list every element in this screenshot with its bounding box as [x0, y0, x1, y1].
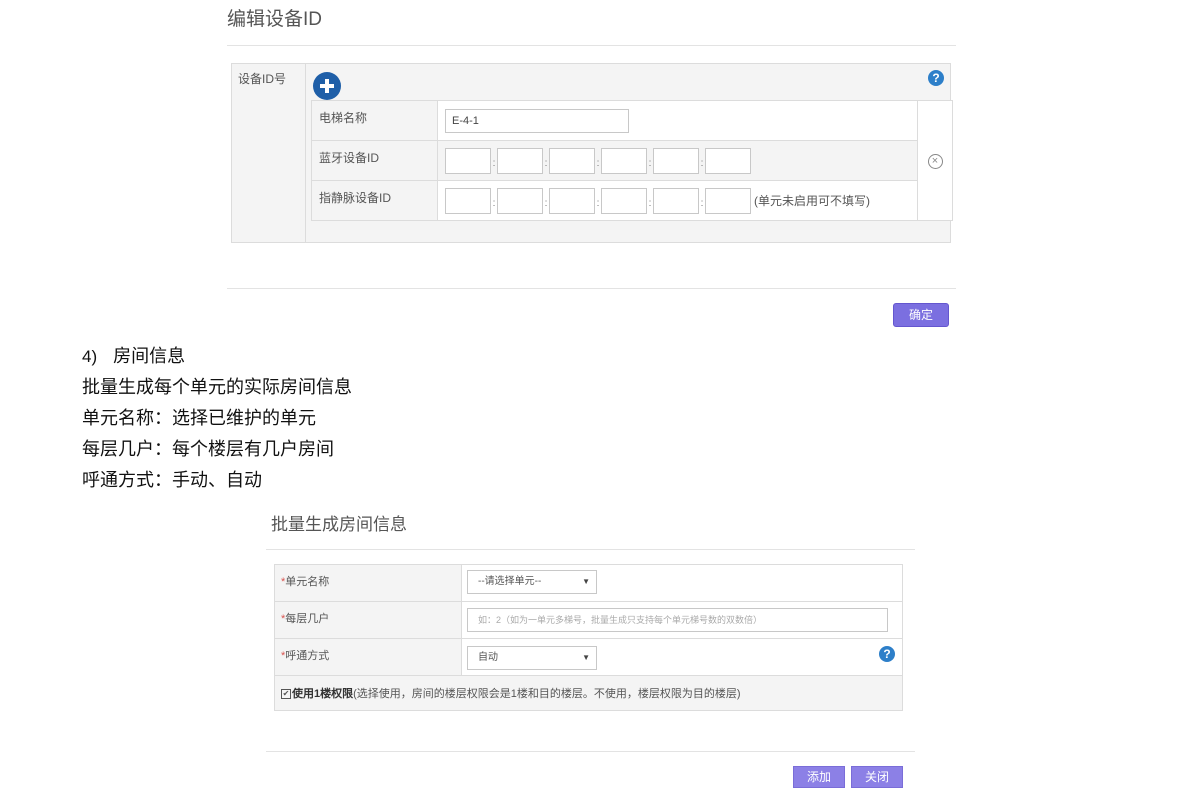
call-mode-select[interactable]: 自动 ▼ [467, 646, 597, 670]
add-button[interactable]: 添加 [793, 766, 845, 788]
vein-id-label: 指静脉设备ID [311, 180, 438, 221]
batch-room-dialog-title: 批量生成房间信息 [271, 515, 407, 534]
close-button[interactable]: 关闭 [851, 766, 903, 788]
vein-id-segment[interactable] [445, 187, 491, 214]
floor-permission-option[interactable]: ✔ 使用1楼权限(选择使用，房间的楼层权限会是1楼和目的楼层。不使用，楼层权限为目… [281, 685, 741, 701]
per-floor-input[interactable]: 如：2（如为一单元多梯号，批量生成只支持每个单元梯号数的双数倍） [467, 608, 888, 632]
vein-id-segment[interactable] [549, 187, 595, 214]
per-floor-label: *每层几户 [281, 613, 330, 625]
column-divider [461, 565, 462, 676]
vein-id-hint: (单元未启用可不填写) [754, 194, 870, 208]
elevator-name-input[interactable]: E-4-1 [445, 108, 629, 133]
separator: : [700, 198, 704, 209]
bluetooth-id-segment[interactable] [445, 147, 491, 174]
vein-id-segment[interactable] [601, 187, 647, 214]
separator: : [700, 158, 704, 169]
elevator-name-row: 电梯名称 E-4-1 × [311, 100, 953, 221]
confirm-button[interactable]: 确定 [893, 303, 949, 327]
unit-select[interactable]: --请选择单元-- ▼ [467, 570, 597, 594]
add-device-icon[interactable] [313, 72, 341, 100]
remove-row-icon[interactable]: × [927, 153, 943, 169]
title-divider [227, 45, 956, 46]
bluetooth-id-segment[interactable] [601, 147, 647, 174]
separator: : [544, 158, 548, 169]
separator: : [544, 198, 548, 209]
separator: : [596, 158, 600, 169]
vein-id-segment[interactable] [497, 187, 543, 214]
device-table: 电梯名称 E-4-1 × 蓝牙设备ID ::::: 指静脉设备ID :::::(… [311, 100, 953, 221]
separator: : [596, 198, 600, 209]
floor-permission-label: 使用1楼权限 [292, 688, 354, 700]
vein-id-row: 指静脉设备ID ::::: (单元未启用可不填写) [311, 180, 953, 221]
bluetooth-id-label: 蓝牙设备ID [311, 140, 438, 181]
elevator-name-label: 电梯名称 [311, 100, 438, 141]
device-id-label-column [231, 63, 306, 243]
help-icon[interactable]: ? [879, 646, 895, 662]
help-icon[interactable]: ? [928, 70, 944, 86]
footer-divider [266, 751, 915, 752]
footer-divider [227, 288, 956, 289]
separator: : [648, 158, 652, 169]
separator: : [648, 198, 652, 209]
unit-label: *单元名称 [281, 576, 330, 588]
chevron-down-icon: ▼ [582, 577, 590, 586]
device-id-field-label: 设备ID号 [238, 72, 287, 86]
bluetooth-id-segment[interactable] [705, 147, 751, 174]
bluetooth-id-segment[interactable] [497, 147, 543, 174]
doc-line: 每层几户：每个楼层有几户房间 [82, 439, 334, 460]
title-divider [266, 549, 915, 550]
bluetooth-id-segment[interactable] [549, 147, 595, 174]
bluetooth-id-segment[interactable] [653, 147, 699, 174]
vein-id-segment[interactable] [653, 187, 699, 214]
doc-line: 呼通方式：手动、自动 [82, 470, 262, 491]
vein-id-segment[interactable] [705, 187, 751, 214]
doc-line: 批量生成每个单元的实际房间信息 [82, 377, 352, 398]
separator: : [492, 198, 496, 209]
floor-permission-checkbox[interactable]: ✔ [281, 689, 291, 700]
call-mode-label: *呼通方式 [281, 650, 330, 662]
doc-line: 单元名称：选择已维护的单元 [82, 408, 316, 429]
section-title: 房间信息 [113, 346, 186, 367]
edit-device-dialog-title: 编辑设备ID [227, 9, 323, 30]
floor-permission-description: (选择使用，房间的楼层权限会是1楼和目的楼层。不使用，楼层权限为目的楼层) [353, 688, 741, 700]
section-number: 4) [82, 347, 98, 366]
chevron-down-icon: ▼ [582, 653, 590, 662]
separator: : [492, 158, 496, 169]
bluetooth-id-row: 蓝牙设备ID ::::: [311, 140, 953, 181]
section-heading: 4) 房间信息 [82, 342, 185, 368]
